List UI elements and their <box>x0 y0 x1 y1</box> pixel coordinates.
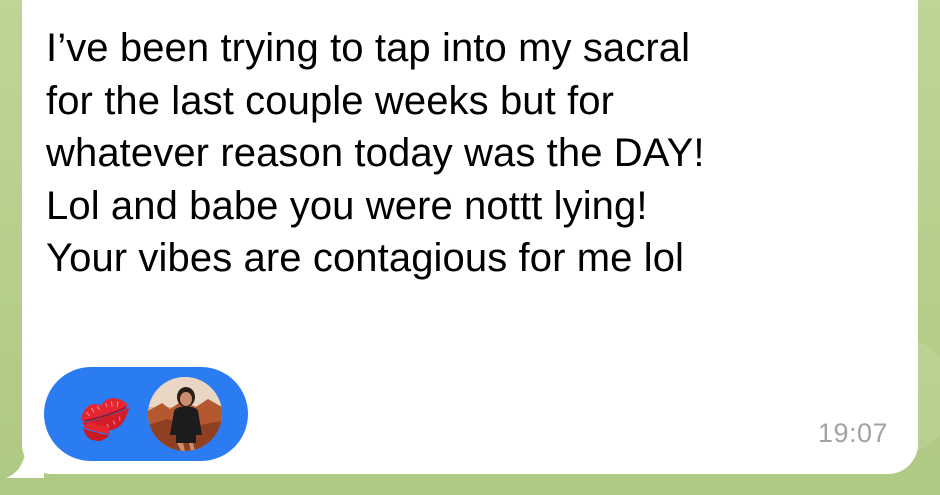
kiss-mark-icon <box>80 398 130 441</box>
message-timestamp: 19:07 <box>817 418 888 448</box>
avatar-photo <box>148 377 222 451</box>
reactor-avatar[interactable] <box>148 377 222 451</box>
reaction-button[interactable] <box>44 367 248 461</box>
message-text: I’ve been trying to tap into my sacral f… <box>46 26 705 280</box>
